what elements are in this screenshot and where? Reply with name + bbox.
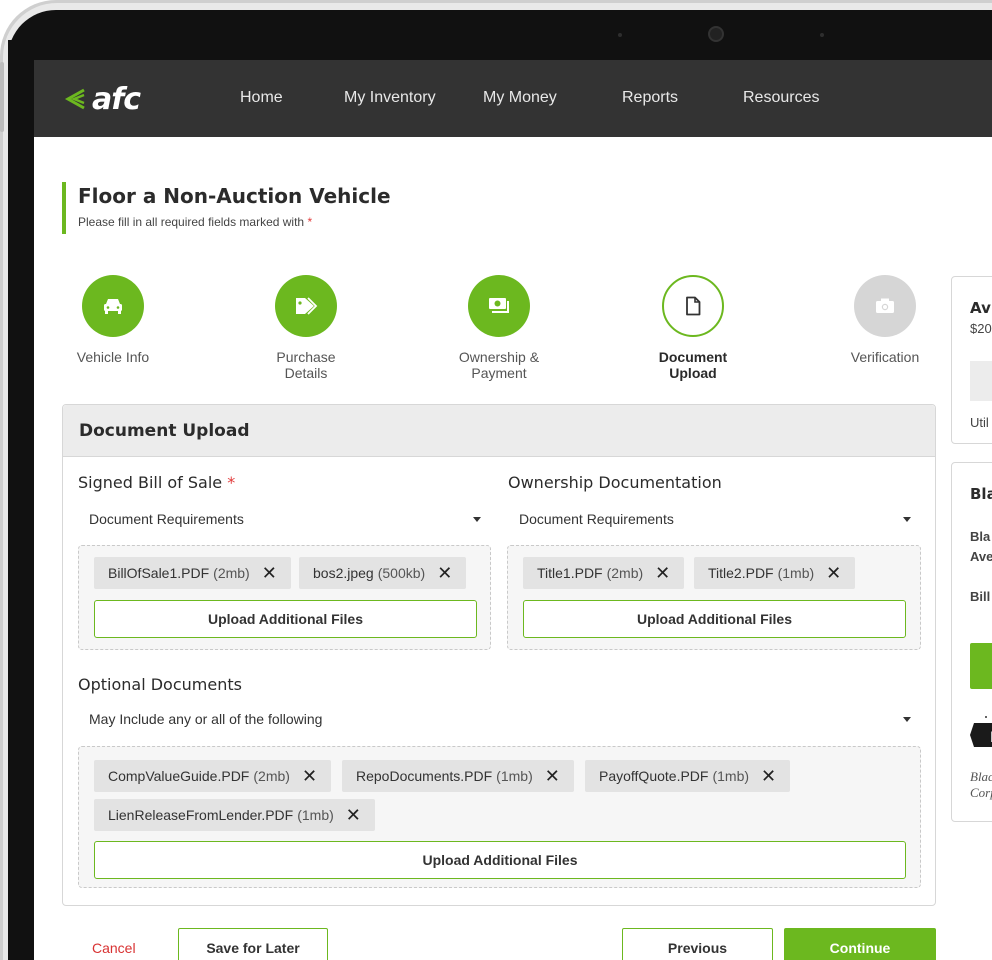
- sensor-dot: [820, 33, 824, 37]
- remove-file-icon[interactable]: ✕: [346, 806, 361, 824]
- page-title: Floor a Non-Auction Vehicle: [78, 184, 391, 208]
- step-document-upload[interactable]: Document Upload: [618, 275, 768, 381]
- step-purchase-details[interactable]: Purchase Details: [231, 275, 381, 381]
- device-frame: afc Home My Inventory My Money Reports R…: [0, 0, 992, 960]
- optional-documents-dropdown[interactable]: May Include any or all of the following: [89, 711, 322, 727]
- nav-resources[interactable]: Resources: [743, 89, 819, 107]
- camera-icon: [708, 26, 724, 42]
- remove-file-icon[interactable]: ✕: [302, 767, 317, 785]
- card-title: Av: [970, 299, 991, 317]
- app-screen: afc Home My Inventory My Money Reports R…: [34, 60, 992, 960]
- logo-text: afc: [92, 81, 141, 117]
- camera-icon: [876, 298, 894, 313]
- step-label: Ownership & Payment: [458, 349, 540, 381]
- step-circle-pending: [854, 275, 916, 337]
- ownership-dropzone[interactable]: Title1.PDF (2mb) ✕ Title2.PDF (1mb) ✕ Upload…: [507, 545, 921, 650]
- upload-additional-files-button[interactable]: Upload Additional Files: [94, 841, 906, 879]
- cancel-link[interactable]: Cancel: [92, 940, 136, 956]
- remove-file-icon[interactable]: ✕: [262, 564, 277, 582]
- step-label: Document Upload: [658, 349, 728, 381]
- file-chip: Title2.PDF (1mb) ✕: [694, 557, 856, 589]
- bill-of-sale-dropzone[interactable]: BillOfSale1.PDF (2mb) ✕ bos2.jpeg (500kb) ✕ …: [78, 545, 491, 650]
- step-circle: [82, 275, 144, 337]
- remove-file-icon[interactable]: ✕: [655, 564, 670, 582]
- remove-file-icon[interactable]: ✕: [545, 767, 560, 785]
- document-icon: [686, 296, 701, 316]
- black-book-card: Bla Bla Ave Bill E Blac Corp: [951, 462, 992, 822]
- step-label: Verification: [850, 349, 920, 365]
- bill-of-sale-requirements-dropdown[interactable]: Document Requirements: [89, 511, 244, 527]
- file-chip: bos2.jpeg (500kb) ✕: [299, 557, 467, 589]
- upload-additional-files-button[interactable]: Upload Additional Files: [523, 600, 906, 638]
- bill-of-sale-title: Signed Bill of Sale *: [78, 473, 236, 492]
- save-for-later-button[interactable]: Save for Later: [178, 928, 328, 960]
- optional-documents-title: Optional Documents: [78, 675, 242, 694]
- card-note: Corp: [970, 785, 992, 800]
- chevron-down-icon[interactable]: [903, 717, 911, 722]
- top-nav: afc Home My Inventory My Money Reports R…: [34, 60, 992, 137]
- step-verification[interactable]: Verification: [810, 275, 960, 365]
- tag-icon: [296, 297, 318, 315]
- upload-additional-files-button[interactable]: Upload Additional Files: [94, 600, 477, 638]
- chevron-down-icon[interactable]: [903, 517, 911, 522]
- file-chip: BillOfSale1.PDF (2mb) ✕: [94, 557, 291, 589]
- file-chip: LienReleaseFromLender.PDF (1mb) ✕: [94, 799, 375, 831]
- required-asterisk: *: [307, 215, 313, 229]
- ownership-documentation-title: Ownership Documentation: [508, 473, 722, 492]
- card-action-button[interactable]: [970, 643, 992, 689]
- page-subtitle: Please fill in all required fields marke…: [78, 215, 312, 229]
- file-chip: RepoDocuments.PDF (1mb) ✕: [342, 760, 574, 792]
- availability-card: Av $20 Util: [951, 276, 992, 444]
- card-title: Bla: [970, 485, 992, 503]
- step-label: Purchase Details: [276, 349, 336, 381]
- car-icon: [104, 299, 122, 314]
- document-upload-panel: Document Upload Signed Bill of Sale * Do…: [62, 404, 936, 906]
- nav-home[interactable]: Home: [240, 89, 283, 107]
- card-line: Bill: [970, 589, 991, 604]
- device-top-bezel: [8, 10, 992, 60]
- nav-my-inventory[interactable]: My Inventory: [344, 89, 436, 107]
- step-circle-current: [662, 275, 724, 337]
- money-icon: [489, 298, 509, 313]
- file-chip: PayoffQuote.PDF (1mb) ✕: [585, 760, 791, 792]
- card-line: Bla: [970, 529, 991, 544]
- black-book-badge-icon: E: [970, 716, 992, 747]
- card-note: Blac: [970, 769, 992, 784]
- card-value: $20: [970, 321, 992, 336]
- device-side-button: [0, 62, 4, 132]
- file-chip: CompValueGuide.PDF (2mb) ✕: [94, 760, 332, 792]
- card-line: Ave: [970, 549, 992, 564]
- subtitle-text: Please fill in all required fields marke…: [78, 215, 305, 229]
- previous-button[interactable]: Previous: [622, 928, 773, 960]
- step-circle: [275, 275, 337, 337]
- nav-my-money[interactable]: My Money: [483, 89, 557, 107]
- sensor-dot: [618, 33, 622, 37]
- logo-chevron-icon: [64, 88, 85, 110]
- remove-file-icon[interactable]: ✕: [437, 564, 452, 582]
- step-circle: [468, 275, 530, 337]
- step-ownership-payment[interactable]: Ownership & Payment: [424, 275, 574, 381]
- continue-button[interactable]: Continue: [784, 928, 936, 960]
- title-accent-bar: [62, 182, 66, 234]
- step-label: Vehicle Info: [76, 349, 150, 365]
- remove-file-icon[interactable]: ✕: [761, 767, 776, 785]
- nav-reports[interactable]: Reports: [622, 89, 678, 107]
- required-asterisk: *: [227, 473, 236, 492]
- ownership-requirements-dropdown[interactable]: Document Requirements: [519, 511, 674, 527]
- chevron-down-icon[interactable]: [473, 517, 481, 522]
- afc-logo[interactable]: afc: [62, 81, 141, 117]
- optional-documents-dropzone[interactable]: CompValueGuide.PDF (2mb) ✕ RepoDocuments.P…: [78, 746, 921, 888]
- step-vehicle-info[interactable]: Vehicle Info: [38, 275, 188, 365]
- remove-file-icon[interactable]: ✕: [826, 564, 841, 582]
- panel-title: Document Upload: [63, 405, 935, 457]
- card-meter: [970, 361, 992, 401]
- file-chip: Title1.PDF (2mb) ✕: [523, 557, 685, 589]
- device-left-bezel: [8, 40, 34, 960]
- card-footnote: Util: [970, 415, 989, 430]
